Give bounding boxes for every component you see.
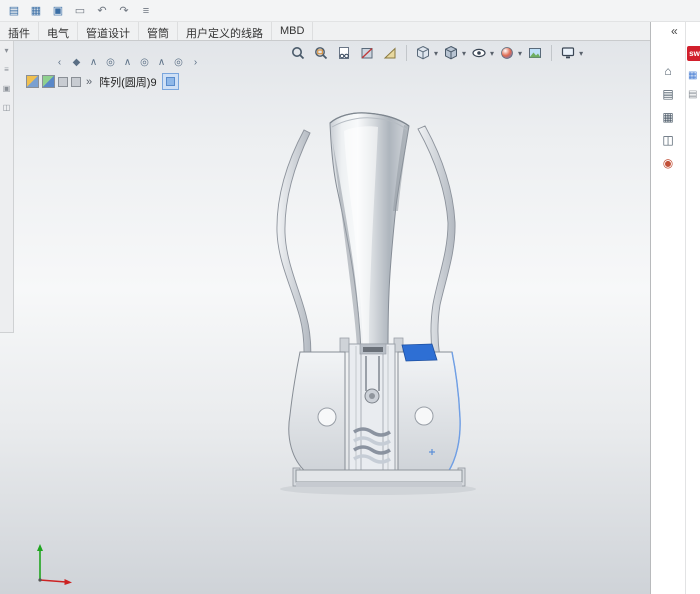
titlebar: ▤ ▦ ▣ ▭ ↶ ↷ ≡ — [0, 0, 700, 22]
previous-view-icon[interactable] — [334, 43, 354, 63]
task-pane-side-icons: ▦ ▤ — [688, 70, 697, 100]
design-library-icon[interactable]: ▤ — [662, 87, 673, 101]
pattern-feature-label[interactable]: 阵列(圆周)9 — [97, 74, 158, 90]
part-icon[interactable] — [26, 75, 39, 88]
feature-icon[interactable] — [58, 77, 68, 87]
zoom-area-icon[interactable] — [311, 43, 331, 63]
tab-mbd[interactable]: MBD — [272, 22, 313, 40]
pane-icon[interactable]: ◫ — [3, 103, 11, 113]
collapse-task-pane-button[interactable]: « — [671, 24, 678, 38]
toolbar-separator — [406, 45, 407, 61]
headsup-toolbar: ▾ ▾ ▾ ▾ ▾ — [288, 43, 583, 63]
chevron-left-icon[interactable]: ‹ — [52, 55, 67, 70]
task-pane: « sw ⌂ ▤ ▦ ◫ ◉ ▦ ▤ — [650, 22, 700, 594]
expand-breadcrumb-icon[interactable]: » — [84, 76, 94, 88]
circular-pattern-icon[interactable]: ◎ — [171, 55, 186, 70]
redo-icon[interactable]: ↷ — [116, 3, 132, 19]
selection-toolbar: ‹ ◆ ∧ ◎ ∧ ◎ ∧ ◎ › — [52, 55, 203, 70]
model-3d-view — [0, 41, 650, 594]
profile-icon[interactable]: ∧ — [86, 55, 101, 70]
print-icon[interactable]: ▭ — [72, 3, 88, 19]
coordinate-triad — [26, 538, 78, 590]
profile-icon[interactable]: ∧ — [154, 55, 169, 70]
tab-user-defined-routing[interactable]: 用户定义的线路 — [178, 22, 272, 40]
task-pane-divider — [685, 22, 686, 594]
view-palette-icon[interactable]: ◫ — [662, 133, 673, 147]
save-icon[interactable]: ▣ — [50, 3, 66, 19]
list-icon[interactable]: ≡ — [4, 65, 9, 75]
document-icon[interactable]: ▤ — [688, 89, 697, 100]
chevron-down-icon[interactable]: ▾ — [518, 49, 522, 58]
tab-tubing[interactable]: 管筒 — [139, 22, 178, 40]
profile-icon[interactable]: ∧ — [120, 55, 135, 70]
active-feature-icon[interactable] — [162, 73, 179, 90]
grid-icon[interactable]: ▦ — [688, 70, 697, 81]
breadcrumb: » 阵列(圆周)9 — [26, 73, 179, 90]
feature-cube-icon — [166, 77, 175, 86]
grid-icon[interactable]: ▣ — [3, 84, 11, 94]
apply-scene-icon[interactable] — [525, 43, 545, 63]
tab-plugins[interactable]: 插件 — [0, 22, 39, 40]
left-collapsed-panel[interactable]: ▾ ≡ ▣ ◫ — [0, 41, 14, 333]
view-settings-icon[interactable] — [558, 43, 578, 63]
feature-icon[interactable] — [71, 77, 81, 87]
zoom-fit-icon[interactable] — [288, 43, 308, 63]
pin-icon[interactable]: ▾ — [4, 46, 8, 56]
file-explorer-icon[interactable]: ▦ — [662, 110, 673, 124]
open-icon[interactable]: ▦ — [28, 3, 44, 19]
chevron-down-icon[interactable]: ▾ — [490, 49, 494, 58]
section-view-icon[interactable] — [357, 43, 377, 63]
solidworks-window: ▤ ▦ ▣ ▭ ↶ ↷ ≡ 插件 电气 管道设计 管筒 用户定义的线路 MBD — [0, 0, 700, 594]
chevron-right-icon[interactable]: › — [188, 55, 203, 70]
chevron-down-icon[interactable]: ▾ — [462, 49, 466, 58]
ribbon-tab-bar: 插件 电气 管道设计 管筒 用户定义的线路 MBD — [0, 22, 700, 41]
display-style-icon[interactable] — [441, 43, 461, 63]
hide-show-items-icon[interactable] — [469, 43, 489, 63]
select-icon[interactable]: ◆ — [69, 55, 84, 70]
circular-pattern-icon[interactable]: ◎ — [103, 55, 118, 70]
toolbar-separator — [551, 45, 552, 61]
chevron-down-icon[interactable]: ▾ — [434, 49, 438, 58]
edit-appearance-icon[interactable] — [497, 43, 517, 63]
assembly-icon[interactable] — [42, 75, 55, 88]
home-icon[interactable]: ⌂ — [664, 64, 671, 78]
circular-pattern-icon[interactable]: ◎ — [137, 55, 152, 70]
graphics-viewport[interactable]: ▾ ▾ ▾ ▾ ▾ ‹ ◆ ∧ — [0, 41, 650, 594]
tab-piping[interactable]: 管道设计 — [78, 22, 139, 40]
measure-icon[interactable] — [380, 43, 400, 63]
file-icon[interactable]: ▤ — [6, 3, 22, 19]
tab-electrical[interactable]: 电气 — [39, 22, 78, 40]
options-icon[interactable]: ≡ — [138, 3, 154, 19]
view-orientation-icon[interactable] — [413, 43, 433, 63]
appearances-icon[interactable]: ◉ — [663, 156, 673, 170]
chevron-down-icon[interactable]: ▾ — [579, 49, 583, 58]
task-pane-tabs: ⌂ ▤ ▦ ◫ ◉ — [651, 64, 685, 170]
undo-icon[interactable]: ↶ — [94, 3, 110, 19]
solidworks-logo: sw — [687, 46, 700, 61]
